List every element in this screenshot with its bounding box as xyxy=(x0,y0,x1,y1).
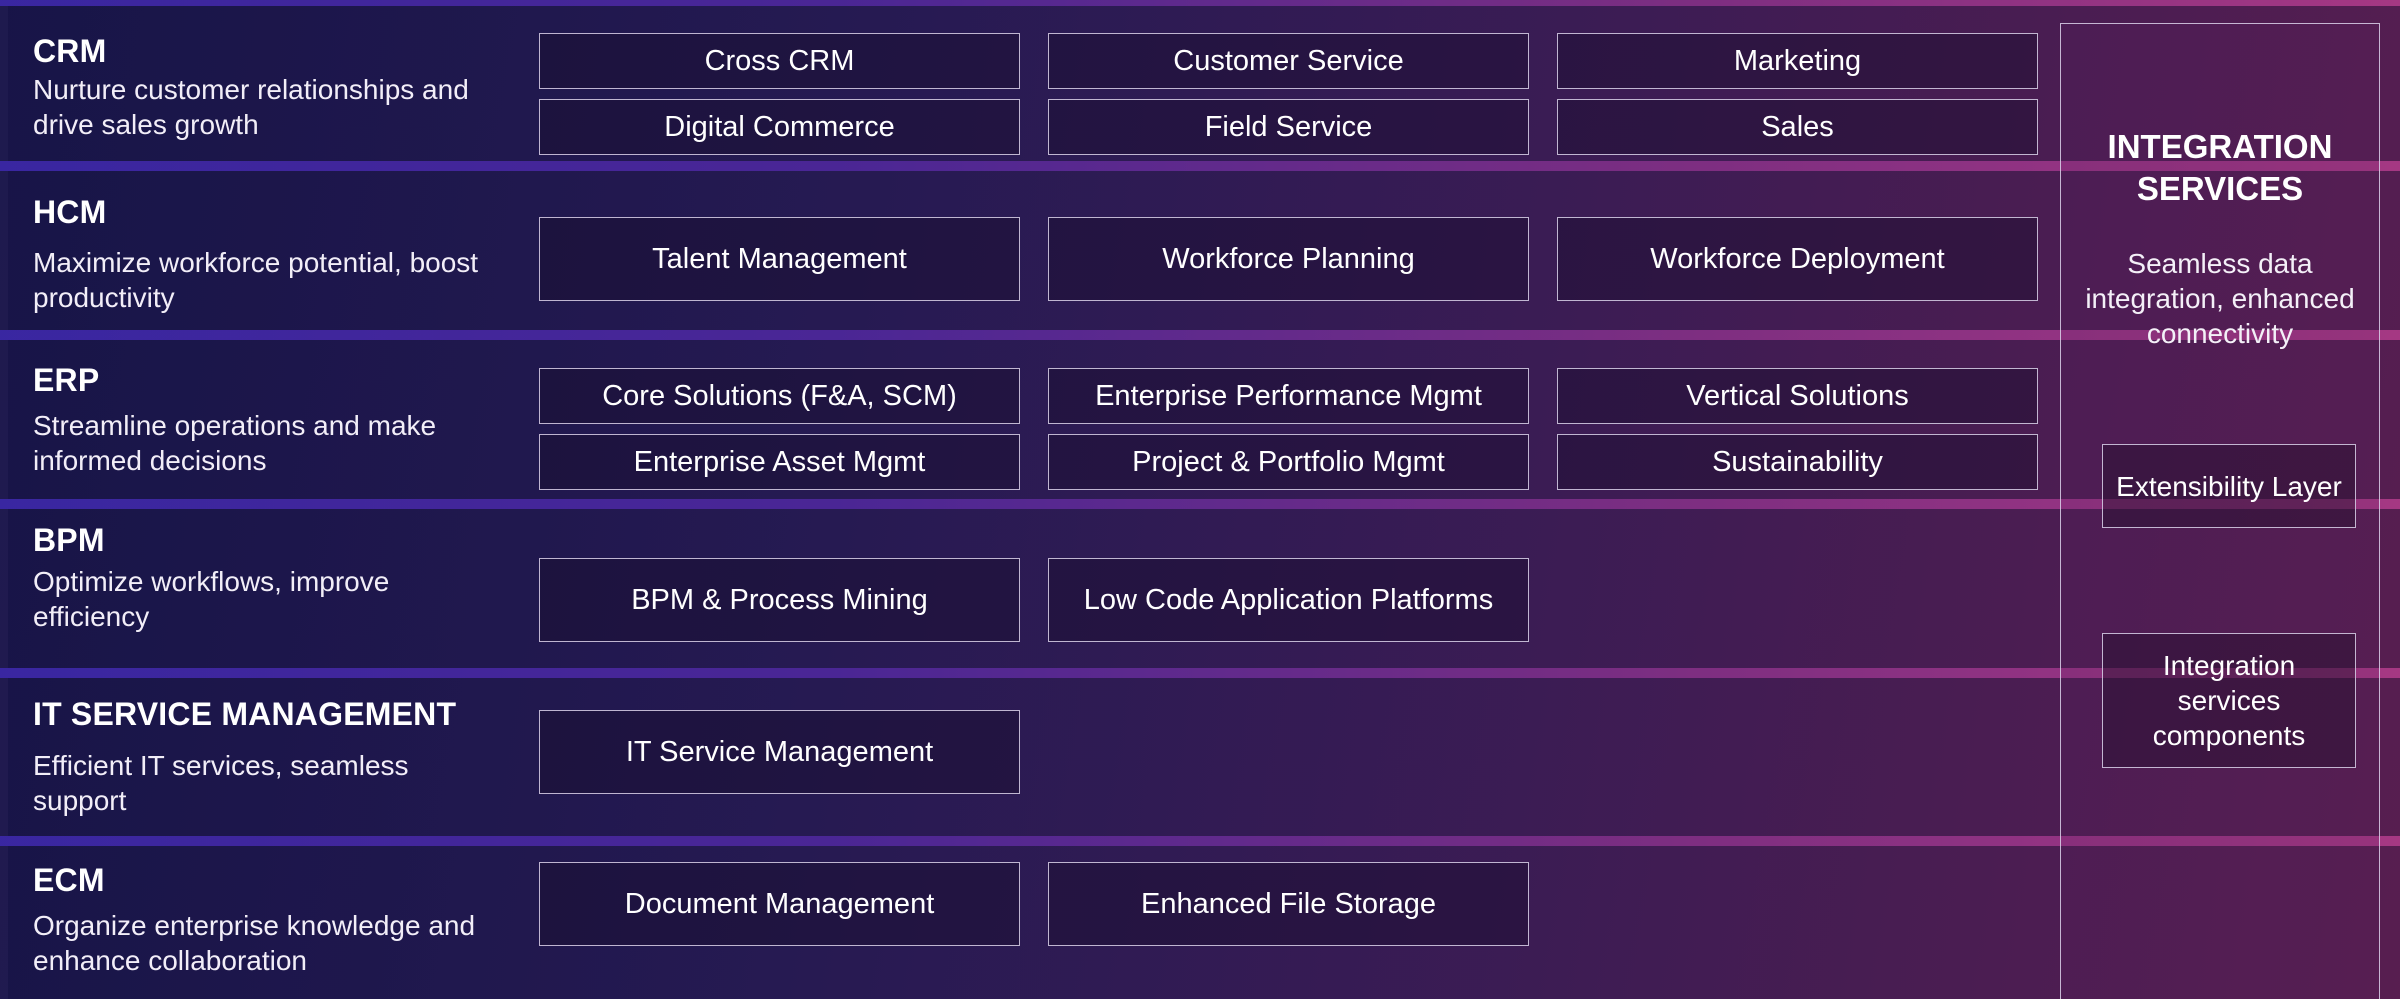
itsm-section: IT SERVICE MANAGEMENT Efficient IT servi… xyxy=(8,678,2400,836)
row-separator xyxy=(0,668,2400,678)
erp-section: ERP Streamline operations and make infor… xyxy=(8,340,2400,499)
section-description: Organize enterprise knowledge and enhanc… xyxy=(33,910,476,976)
crm-item-sales[interactable]: Sales xyxy=(1557,99,2038,155)
hcm-section: HCM Maximize workforce potential, boost … xyxy=(8,171,2400,330)
erp-item-vertical-solutions[interactable]: Vertical Solutions xyxy=(1557,368,2038,424)
architecture-diagram: CRM Nurture customer relationships and d… xyxy=(0,0,2400,999)
erp-item-enterprise-performance[interactable]: Enterprise Performance Mgmt xyxy=(1048,368,1529,424)
erp-item-enterprise-asset[interactable]: Enterprise Asset Mgmt xyxy=(539,434,1020,490)
section-title: HCM xyxy=(33,194,107,230)
section-description: Efficient IT services, seamless support xyxy=(33,750,409,816)
section-title: ERP xyxy=(33,362,100,398)
crm-item-marketing[interactable]: Marketing xyxy=(1557,33,2038,89)
section-description: Maximize workforce potential, boost prod… xyxy=(33,247,479,313)
section-description: Nurture customer relationships and drive… xyxy=(33,74,469,140)
integration-description: Seamless data integration, enhanced conn… xyxy=(2085,248,2355,349)
hcm-item-talent-management[interactable]: Talent Management xyxy=(539,217,1020,301)
crm-item-cross-crm[interactable]: Cross CRM xyxy=(539,33,1020,89)
erp-item-sustainability[interactable]: Sustainability xyxy=(1557,434,2038,490)
ecm-item-document-management[interactable]: Document Management xyxy=(539,862,1020,946)
row-separator xyxy=(0,330,2400,340)
erp-item-project-portfolio[interactable]: Project & Portfolio Mgmt xyxy=(1048,434,1529,490)
row-separator xyxy=(0,499,2400,509)
section-title: BPM xyxy=(33,522,105,558)
bpm-item-low-code[interactable]: Low Code Application Platforms xyxy=(1048,558,1529,642)
itsm-item-it-service-management[interactable]: IT Service Management xyxy=(539,710,1020,794)
hcm-item-workforce-deployment[interactable]: Workforce Deployment xyxy=(1557,217,2038,301)
erp-item-core-solutions[interactable]: Core Solutions (F&A, SCM) xyxy=(539,368,1020,424)
section-description: Streamline operations and make informed … xyxy=(33,410,437,476)
section-title: CRM xyxy=(33,33,107,69)
crm-item-field-service[interactable]: Field Service xyxy=(1048,99,1529,155)
integration-services-panel: INTEGRATION SERVICES Seamless data integ… xyxy=(2060,23,2380,999)
integration-title: INTEGRATION SERVICES xyxy=(2107,128,2333,207)
crm-section: CRM Nurture customer relationships and d… xyxy=(8,6,2400,161)
ecm-section: ECM Organize enterprise knowledge and en… xyxy=(8,846,2400,999)
section-description: Optimize workflows, improve efficiency xyxy=(33,566,390,632)
hcm-item-workforce-planning[interactable]: Workforce Planning xyxy=(1048,217,1529,301)
crm-item-digital-commerce[interactable]: Digital Commerce xyxy=(539,99,1020,155)
integration-components-box[interactable]: Integration services components xyxy=(2102,633,2356,768)
ecm-item-enhanced-file-storage[interactable]: Enhanced File Storage xyxy=(1048,862,1529,946)
crm-item-customer-service[interactable]: Customer Service xyxy=(1048,33,1529,89)
extensibility-layer-box[interactable]: Extensibility Layer xyxy=(2102,444,2356,528)
row-separator xyxy=(0,161,2400,171)
row-separator xyxy=(0,836,2400,846)
section-title: ECM xyxy=(33,862,105,898)
bpm-section: BPM Optimize workflows, improve efficien… xyxy=(8,509,2400,668)
section-title: IT SERVICE MANAGEMENT xyxy=(33,696,457,732)
bpm-item-process-mining[interactable]: BPM & Process Mining xyxy=(539,558,1020,642)
